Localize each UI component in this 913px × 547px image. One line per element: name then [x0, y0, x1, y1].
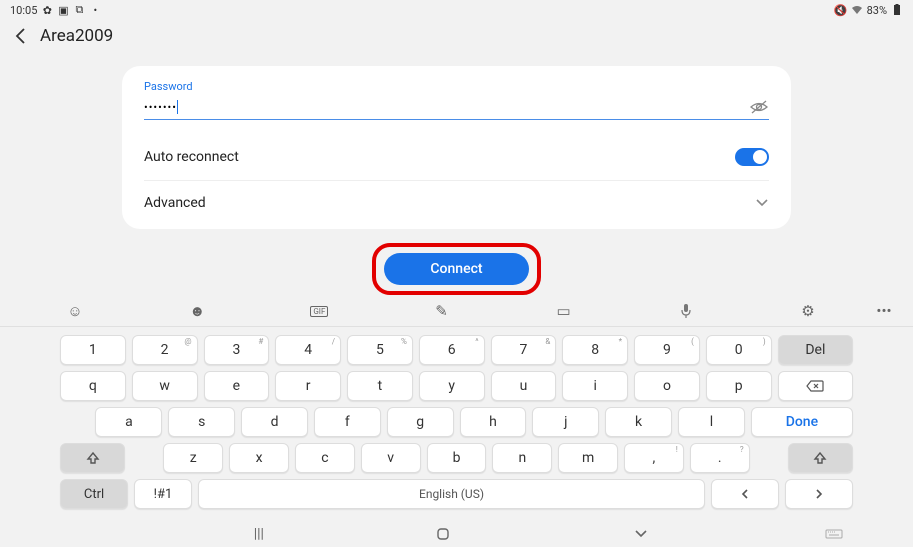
header: Area2009 [0, 20, 913, 52]
key-a[interactable]: a [95, 407, 162, 437]
key-g[interactable]: g [387, 407, 454, 437]
key-t[interactable]: t [347, 371, 413, 401]
key-f[interactable]: f [314, 407, 381, 437]
sticker-icon[interactable]: ☻ [136, 302, 258, 320]
key-s[interactable]: s [168, 407, 235, 437]
key-8[interactable]: 8* [562, 335, 628, 365]
screenshot-icon: ⧉ [73, 4, 85, 16]
battery-percent: 83% [867, 4, 887, 17]
key-d[interactable]: d [241, 407, 308, 437]
password-input[interactable]: ••••••• [144, 101, 177, 114]
key-done[interactable]: Done [751, 407, 853, 437]
key-5[interactable]: 5% [347, 335, 413, 365]
key-z[interactable]: z [163, 443, 223, 473]
key-o[interactable]: o [634, 371, 700, 401]
chevron-down-icon [755, 198, 769, 208]
key-,[interactable]: ,! [624, 443, 684, 473]
advanced-row[interactable]: Advanced [144, 181, 769, 225]
wifi-connect-card: Password ••••••• Auto reconnect Advanced [122, 66, 791, 229]
key-4[interactable]: 4/ [275, 335, 341, 365]
handwriting-icon[interactable]: ✎ [380, 302, 502, 320]
key-1[interactable]: 1 [60, 335, 126, 365]
password-field-row: ••••••• [144, 93, 769, 120]
key-k[interactable]: k [605, 407, 672, 437]
status-left: 10:05 ✿ ▣ ⧉ • [10, 4, 101, 17]
auto-reconnect-label: Auto reconnect [144, 149, 239, 165]
key-y[interactable]: y [419, 371, 485, 401]
kb-row-3: asdfghjklDone [60, 407, 853, 437]
highlight-annotation: Connect [372, 243, 540, 295]
key-h[interactable]: h [460, 407, 527, 437]
keyboard-hide-icon[interactable] [825, 529, 843, 541]
voice-icon[interactable] [625, 303, 747, 319]
key-7[interactable]: 7& [491, 335, 557, 365]
nav-recent[interactable]: ||| [239, 526, 279, 542]
key-shift-left[interactable] [60, 443, 125, 473]
key-i[interactable]: i [562, 371, 628, 401]
status-right: 🔇 83% [835, 4, 903, 17]
key-u[interactable]: u [491, 371, 557, 401]
key-shift-right[interactable] [788, 443, 853, 473]
mute-icon: 🔇 [835, 4, 847, 16]
keyboard-rows: 12@3#4/5%6^7&8*9(0)Del qwertyuiop asdfgh… [0, 327, 913, 521]
kb-row-4: zxcvbnm,!.? [60, 443, 853, 473]
connect-button-wrap: Connect [0, 243, 913, 295]
key-0[interactable]: 0) [706, 335, 772, 365]
wifi-icon [851, 4, 863, 16]
key-b[interactable]: b [427, 443, 487, 473]
key-m[interactable]: m [558, 443, 618, 473]
key-backspace[interactable] [778, 371, 853, 401]
battery-icon [891, 4, 903, 16]
more-icon[interactable]: ••• [869, 302, 899, 320]
clipboard-icon[interactable]: ▭ [503, 302, 625, 320]
image-icon: ▣ [57, 4, 69, 16]
settings-icon: ✿ [41, 4, 53, 16]
key-w[interactable]: w [132, 371, 198, 401]
key-q[interactable]: q [60, 371, 126, 401]
key-9[interactable]: 9( [634, 335, 700, 365]
key-symbols[interactable]: !#1 [134, 479, 192, 509]
kb-row-1: 12@3#4/5%6^7&8*9(0)Del [60, 335, 853, 365]
nav-home[interactable] [436, 527, 476, 541]
key-ctrl[interactable]: Ctrl [60, 479, 128, 509]
nav-back[interactable] [634, 529, 674, 539]
auto-reconnect-toggle[interactable] [735, 148, 769, 166]
key-3[interactable]: 3# [204, 335, 270, 365]
key-j[interactable]: j [532, 407, 599, 437]
gif-icon[interactable]: GIF [258, 306, 380, 317]
key-arrow-right[interactable] [785, 479, 853, 509]
key-p[interactable]: p [706, 371, 772, 401]
kb-row-2: qwertyuiop [60, 371, 853, 401]
key-e[interactable]: e [204, 371, 270, 401]
key-c[interactable]: c [295, 443, 355, 473]
key-x[interactable]: x [229, 443, 289, 473]
page-title: Area2009 [40, 26, 113, 46]
navigation-bar: ||| [0, 521, 913, 547]
keyboard-toolbar: ☺ ☻ GIF ✎ ▭ ⚙ ••• [0, 296, 913, 327]
emoji-icon[interactable]: ☺ [14, 302, 136, 320]
key-space[interactable]: English (US) [198, 479, 705, 509]
keyboard-settings-icon[interactable]: ⚙ [747, 302, 869, 320]
status-bar: 10:05 ✿ ▣ ⧉ • 🔇 83% [0, 0, 913, 20]
key-2[interactable]: 2@ [132, 335, 198, 365]
show-password-icon[interactable] [749, 99, 769, 115]
kb-row-5: Ctrl !#1 English (US) [60, 479, 853, 509]
connect-button[interactable]: Connect [384, 253, 528, 285]
key-r[interactable]: r [275, 371, 341, 401]
key-l[interactable]: l [678, 407, 745, 437]
advanced-label: Advanced [144, 195, 206, 211]
password-label: Password [144, 80, 769, 93]
key-v[interactable]: v [361, 443, 421, 473]
back-button[interactable] [12, 27, 30, 45]
status-time: 10:05 [10, 4, 37, 17]
text-cursor [177, 100, 178, 114]
key-n[interactable]: n [492, 443, 552, 473]
key-arrow-left[interactable] [711, 479, 779, 509]
key-delete[interactable]: Del [778, 335, 853, 365]
key-6[interactable]: 6^ [419, 335, 485, 365]
key-.[interactable]: .? [690, 443, 750, 473]
dot-icon: • [89, 4, 101, 16]
on-screen-keyboard: ☺ ☻ GIF ✎ ▭ ⚙ ••• 12@3#4/5%6^7&8*9(0)Del… [0, 296, 913, 547]
auto-reconnect-row: Auto reconnect [144, 134, 769, 180]
